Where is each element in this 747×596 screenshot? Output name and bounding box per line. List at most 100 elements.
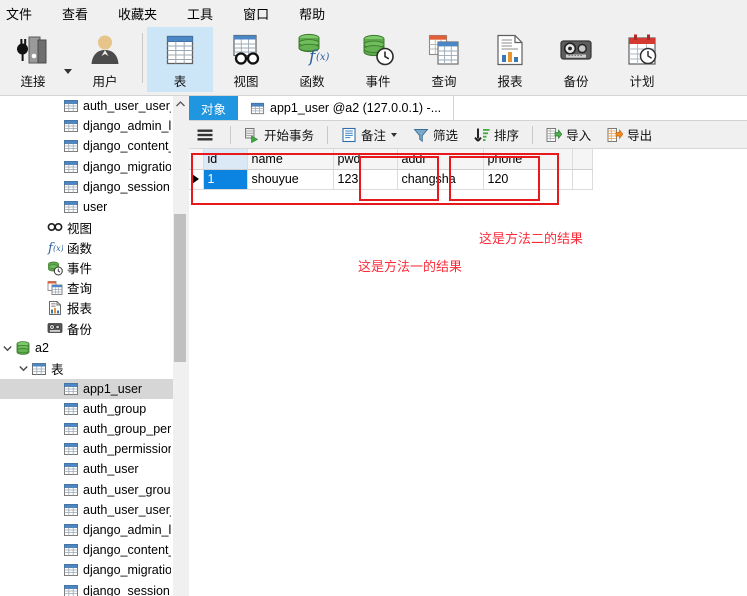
tree-node-label: 表 — [51, 363, 64, 378]
tree-node-[interactable]: 视图 — [0, 217, 173, 237]
chevron-down-icon[interactable] — [391, 132, 398, 137]
table-icon — [62, 178, 79, 195]
ribbon-button-backup[interactable]: 备份 — [543, 27, 609, 92]
ribbon-button-connection[interactable]: 连接 — [0, 27, 66, 92]
tree-node-[interactable]: 事件 — [0, 258, 173, 278]
ribbon-button-label: 备份 — [563, 75, 589, 89]
cell-name[interactable]: shouyue — [247, 169, 334, 190]
cell-addr[interactable]: changsha — [397, 169, 484, 190]
report-icon — [488, 31, 532, 69]
schedule-icon — [620, 31, 664, 69]
menu-file[interactable]: 文件 — [0, 1, 41, 26]
tree-node-[interactable]: f (x) 函数 — [0, 237, 173, 257]
ribbon-button-user[interactable]: 用户 — [72, 27, 138, 92]
grid-toolbar-begin-transaction-button[interactable]: 开始事务 — [238, 123, 320, 146]
ribbon-button-view[interactable]: 视图 — [213, 27, 279, 92]
ribbon-button-query[interactable]: 查询 — [411, 27, 477, 92]
ribbon-button-label: 查询 — [431, 75, 457, 89]
tree-node-label: django_admin_log — [83, 119, 171, 134]
grid-toolbar-button-label: 开始事务 — [264, 129, 315, 143]
menu-window[interactable]: 窗口 — [234, 1, 278, 26]
ribbon-button-event[interactable]: 事件 — [345, 27, 411, 92]
ribbon-button-table[interactable]: 表 — [147, 27, 213, 92]
view-icon — [46, 219, 63, 236]
grid-toolbar-sort-button[interactable]: 排序 — [468, 123, 525, 146]
sort-icon — [474, 127, 490, 143]
grid-toolbar-note-button[interactable]: 备注 — [335, 123, 403, 146]
column-header-phone[interactable]: phone — [483, 149, 573, 170]
tree-node-label: django_content_ty — [83, 543, 171, 558]
tree-node-user[interactable]: user — [0, 197, 173, 217]
tree-node-[interactable]: 报表 — [0, 298, 173, 318]
menu-help[interactable]: 帮助 — [290, 1, 334, 26]
toolbar-separator — [230, 125, 231, 144]
tree-node-django_admin_log[interactable]: django_admin_log — [0, 116, 173, 136]
tree-node-auth_user[interactable]: auth_user — [0, 459, 173, 479]
chevron-down-icon[interactable] — [0, 338, 14, 358]
table-icon — [62, 118, 79, 135]
tree-node-django_content_ty[interactable]: django_content_ty — [0, 136, 173, 156]
event-icon — [356, 31, 400, 69]
grid-toolbar-hamburger-button[interactable] — [191, 127, 223, 143]
tree-node-django_migration[interactable]: django_migration — [0, 157, 173, 177]
menu-view[interactable]: 查看 — [53, 1, 97, 26]
ribbon-button-function[interactable]: f (x) 函数 — [279, 27, 345, 92]
tab-objects[interactable]: 对象 — [189, 96, 239, 120]
user-icon — [83, 31, 127, 69]
menu-favorites[interactable]: 收藏夹 — [109, 1, 166, 26]
table-icon — [62, 461, 79, 478]
tree-node-auth_user_user_pe[interactable]: auth_user_user_pe — [0, 96, 173, 116]
column-header-id[interactable]: id — [203, 149, 248, 170]
connection-icon — [11, 31, 55, 69]
tree-node-django_session[interactable]: django_session — [0, 581, 173, 596]
cell-phone[interactable]: 120 — [483, 169, 573, 190]
tree-node-auth_group_perm[interactable]: auth_group_perm — [0, 419, 173, 439]
scrollbar-up-arrow[interactable] — [173, 96, 187, 111]
tree-node-django_admin_log[interactable]: django_admin_log — [0, 520, 173, 540]
menu-tools[interactable]: 工具 — [178, 1, 222, 26]
table-folder-icon — [30, 360, 47, 377]
tree-node-label: user — [83, 200, 108, 215]
scrollbar-thumb[interactable] — [174, 214, 186, 362]
column-header-name[interactable]: name — [247, 149, 334, 170]
grid-toolbar-import-button[interactable]: 导入 — [540, 123, 597, 146]
database-icon — [14, 340, 31, 357]
tree-node-[interactable]: 查询 — [0, 278, 173, 298]
tree-node-auth_permission[interactable]: auth_permission — [0, 439, 173, 459]
column-header-pwd[interactable]: pwd — [333, 149, 398, 170]
chevron-down-icon[interactable] — [16, 359, 30, 379]
table-icon — [62, 158, 79, 175]
tree-node-django_content_ty[interactable]: django_content_ty — [0, 540, 173, 560]
tree-node-app1_user[interactable]: app1_user — [0, 378, 173, 399]
tree-node-[interactable]: 表 — [0, 358, 173, 378]
tree-node-auth_user_user_pe[interactable]: auth_user_user_pe — [0, 500, 173, 520]
tree-node-a2[interactable]: a2 — [0, 338, 173, 358]
tree-node-label: 函数 — [67, 241, 93, 256]
cell-pwd[interactable]: 123 — [333, 169, 398, 190]
tree-node-django_migration[interactable]: django_migration — [0, 560, 173, 580]
sidebar-scrollbar[interactable] — [173, 96, 187, 596]
ribbon-button-report[interactable]: 报表 — [477, 27, 543, 92]
table-row[interactable]: 1 shouyue 123 changsha 120 — [189, 169, 593, 190]
tree-node-auth_user_groups[interactable]: auth_user_groups — [0, 480, 173, 500]
table-icon — [62, 400, 79, 417]
cell-id[interactable]: 1 — [203, 169, 248, 190]
data-grid[interactable]: id name pwd addr phone 1 shouyue 123 changsha 120 — [189, 149, 593, 190]
tree-node-django_session[interactable]: django_session — [0, 177, 173, 197]
column-header-addr[interactable]: addr — [397, 149, 484, 170]
tab-document[interactable]: app1_user @a2 (127.0.0.1) -... — [238, 96, 454, 120]
object-tree-sidebar[interactable]: auth_user_user_pe django_admin_log djang… — [0, 96, 173, 596]
tree-node-label: 报表 — [67, 302, 93, 317]
grid-toolbar-filter-button[interactable]: 筛选 — [407, 123, 464, 146]
ribbon-button-schedule[interactable]: 计划 — [609, 27, 675, 92]
tree-node-auth_group[interactable]: auth_group — [0, 399, 173, 419]
grid-toolbar-export-button[interactable]: 导出 — [601, 123, 658, 146]
tree-node-[interactable]: 备份 — [0, 318, 173, 338]
tree-node-label: auth_permission — [83, 442, 171, 457]
